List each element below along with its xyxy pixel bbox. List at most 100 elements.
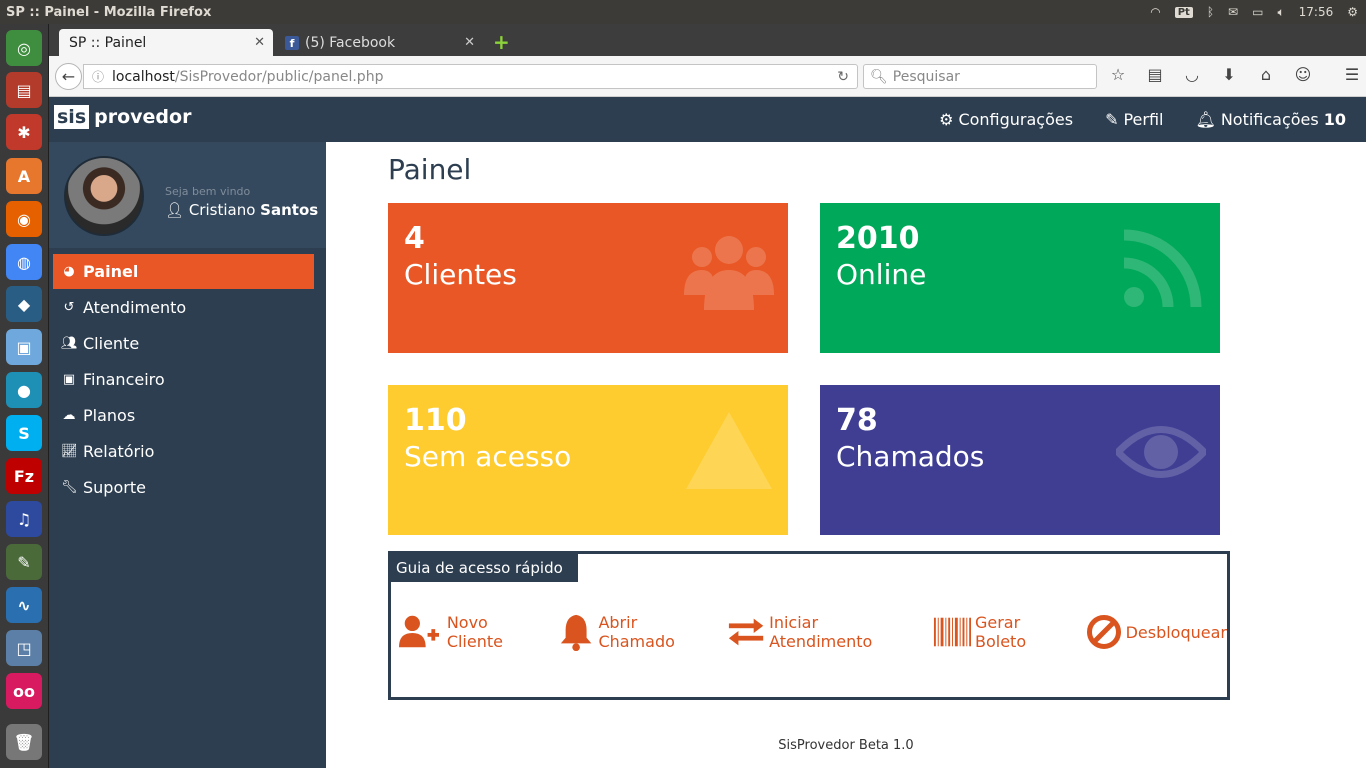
hamburger-menu-icon[interactable]: ☰ — [1341, 65, 1363, 84]
tab-sp-painel[interactable]: SP :: Painel ✕ — [59, 29, 273, 56]
file-manager-icon[interactable]: ▤ — [6, 72, 42, 108]
quick-iniciar-atendimento[interactable]: Iniciar Atendimento — [727, 613, 919, 651]
wrench-icon: 🔧︎ — [61, 479, 78, 495]
settings-gear-icon[interactable]: ⚙ — [1347, 5, 1358, 19]
battery-icon[interactable]: ▭ — [1252, 5, 1263, 19]
stat-label: Sem acesso — [404, 440, 572, 473]
audacity-icon[interactable]: ♫ — [6, 501, 42, 537]
quick-abrir-chamado[interactable]: Abrir Chamado — [558, 612, 713, 652]
ubuntu-dash-icon[interactable]: ◎ — [6, 30, 42, 66]
history-icon: ↺ — [63, 299, 75, 315]
toolbar-icons: ☆ ▤ ◡ ⬇ ⌂ ☺ ☰ — [1107, 65, 1363, 84]
nav-perfil[interactable]: ✎ Perfil — [1105, 110, 1163, 129]
logo-box: sis — [54, 105, 90, 129]
firefox-icon[interactable]: ◉ — [6, 201, 42, 237]
url-bar[interactable]: ⓘ localhost/SisProvedor/public/panel.php… — [83, 64, 858, 89]
nav-configuracoes[interactable]: ⚙ Configurações — [939, 110, 1073, 129]
trash-icon[interactable]: 🗑︎ — [6, 724, 42, 760]
search-icon: 🔍︎ — [870, 68, 888, 85]
chat-icon[interactable]: ☺ — [1292, 65, 1314, 84]
keyboard-layout-indicator[interactable]: Pt — [1174, 6, 1193, 18]
stat-label: Clientes — [404, 258, 517, 291]
avatar — [64, 156, 144, 236]
clock[interactable]: 17:56 — [1299, 5, 1334, 19]
screenshot-tool-icon[interactable]: ◳ — [6, 630, 42, 666]
quick-gerar-boleto[interactable]: Gerar Boleto — [933, 613, 1072, 651]
reading-list-icon[interactable]: ▤ — [1144, 65, 1166, 84]
site-info-icon[interactable]: ⓘ — [92, 68, 104, 85]
close-tab-icon[interactable]: ✕ — [254, 35, 265, 50]
sidebar-item-atendimento[interactable]: ↺ Atendimento — [53, 289, 314, 325]
facebook-icon: f — [285, 35, 299, 50]
chrome-icon[interactable]: ◍ — [6, 244, 42, 280]
bluetooth-icon[interactable]: ᛒ — [1207, 5, 1214, 19]
system-settings-icon[interactable]: ✱ — [6, 114, 42, 150]
system-tray: ◠ Pt ᛒ ✉ ▭ 🔈︎ 17:56 ⚙ — [1150, 5, 1366, 20]
tab-label: (5) Facebook — [305, 34, 396, 51]
sidebar-item-painel[interactable]: ◕ Painel — [53, 254, 314, 289]
filezilla-icon[interactable]: Fz — [6, 458, 42, 494]
system-monitor-icon[interactable]: ∿ — [6, 587, 42, 623]
app-logo[interactable]: sis provedor — [54, 105, 191, 129]
sidebar-item-label: Financeiro — [83, 369, 165, 389]
stat-label: Online — [836, 258, 927, 291]
software-center-icon[interactable]: A — [6, 158, 42, 194]
wifi-icon[interactable]: ◠ — [1150, 5, 1160, 19]
text-editor-icon[interactable]: ✎ — [6, 544, 42, 580]
exchange-icon — [728, 618, 764, 646]
back-arrow-icon[interactable]: ← — [55, 63, 82, 90]
bell-icon: 🔔︎ — [1195, 110, 1216, 129]
user-profile: Seja bem vindo 👤︎ Cristiano Santos — [49, 142, 326, 248]
quick-desbloquear[interactable]: Desbloquear — [1086, 614, 1227, 650]
nav-label: Configurações — [958, 110, 1074, 129]
pocket-icon[interactable]: ◡ — [1181, 65, 1203, 84]
sidebar-item-relatorio[interactable]: 📈︎ Relatório — [53, 433, 314, 469]
users-icon: 👥︎ — [61, 335, 78, 351]
app-header: sis provedor ⚙ Configurações ✎ Perfil 🔔︎… — [49, 97, 1366, 142]
volume-icon[interactable]: 🔈︎ — [1277, 5, 1284, 20]
sidebar-item-planos[interactable]: ☁ Planos — [53, 397, 314, 433]
bell-icon — [561, 614, 592, 652]
stat-card-online[interactable]: 2010 Online — [820, 203, 1220, 353]
home-icon[interactable]: ⌂ — [1255, 65, 1277, 84]
mail-icon[interactable]: ✉ — [1228, 5, 1238, 19]
stat-card-sem-acesso[interactable]: 110 Sem acesso — [388, 385, 788, 535]
ban-icon — [1086, 615, 1121, 649]
sidebar-item-suporte[interactable]: 🔧︎ Suporte — [53, 469, 314, 505]
bookmark-star-icon[interactable]: ☆ — [1107, 65, 1129, 84]
close-tab-icon[interactable]: ✕ — [464, 35, 475, 50]
search-input[interactable]: 🔍︎ Pesquisar — [863, 64, 1097, 89]
stat-value: 110 — [404, 403, 467, 438]
user-name: 👤︎ Cristiano Santos — [165, 201, 318, 219]
browser-tab-bar: SP :: Painel ✕ f (5) Facebook ✕ + — [49, 24, 1366, 56]
url-host: localhost — [112, 68, 175, 85]
sidebar: Seja bem vindo 👤︎ Cristiano Santos ◕ Pai… — [49, 142, 326, 768]
quick-item-label: Desbloquear — [1125, 622, 1227, 642]
new-tab-plus-icon[interactable]: + — [493, 30, 510, 54]
sidebar-item-label: Suporte — [83, 477, 146, 497]
quick-access-title: Guia de acesso rápido — [391, 554, 578, 582]
rss-icon — [1123, 229, 1202, 308]
browser-nav-bar: ← ⓘ localhost/SisProvedor/public/panel.p… — [49, 56, 1366, 97]
virtualbox-icon[interactable]: ▣ — [6, 329, 42, 365]
quick-novo-cliente[interactable]: Novo Cliente — [399, 613, 544, 651]
dashboard-icon: ◕ — [63, 264, 75, 279]
skype-icon[interactable]: S — [6, 415, 42, 451]
nav-notificacoes[interactable]: 🔔︎ Notificações 10 — [1196, 110, 1347, 129]
url-path: /SisProvedor/public/panel.php — [174, 68, 384, 85]
search-placeholder: Pesquisar — [892, 68, 960, 85]
flickr-app-icon[interactable]: oo — [6, 673, 42, 709]
reload-icon[interactable]: ↻ — [837, 69, 849, 85]
download-icon[interactable]: ⬇ — [1218, 65, 1240, 84]
sidebar-item-financeiro[interactable]: ▣ Financeiro — [53, 361, 314, 397]
stat-card-clientes[interactable]: 4 Clientes — [388, 203, 788, 353]
stat-card-chamados[interactable]: 78 Chamados — [820, 385, 1220, 535]
globe-app-icon[interactable]: ● — [6, 372, 42, 408]
sidebar-item-cliente[interactable]: 👥︎ Cliente — [53, 325, 314, 361]
tab-facebook[interactable]: f (5) Facebook ✕ — [275, 29, 483, 56]
mysql-workbench-icon[interactable]: ◆ — [6, 286, 42, 322]
sidebar-item-label: Relatório — [83, 441, 155, 461]
ubuntu-launcher: ◎ ▤ ✱ A ◉ ◍ ◆ ▣ ● S Fz ♫ ✎ ∿ ◳ oo 🗑︎ — [0, 24, 49, 768]
sidebar-item-label: Cliente — [83, 333, 140, 353]
nav-label: Perfil — [1123, 110, 1164, 129]
